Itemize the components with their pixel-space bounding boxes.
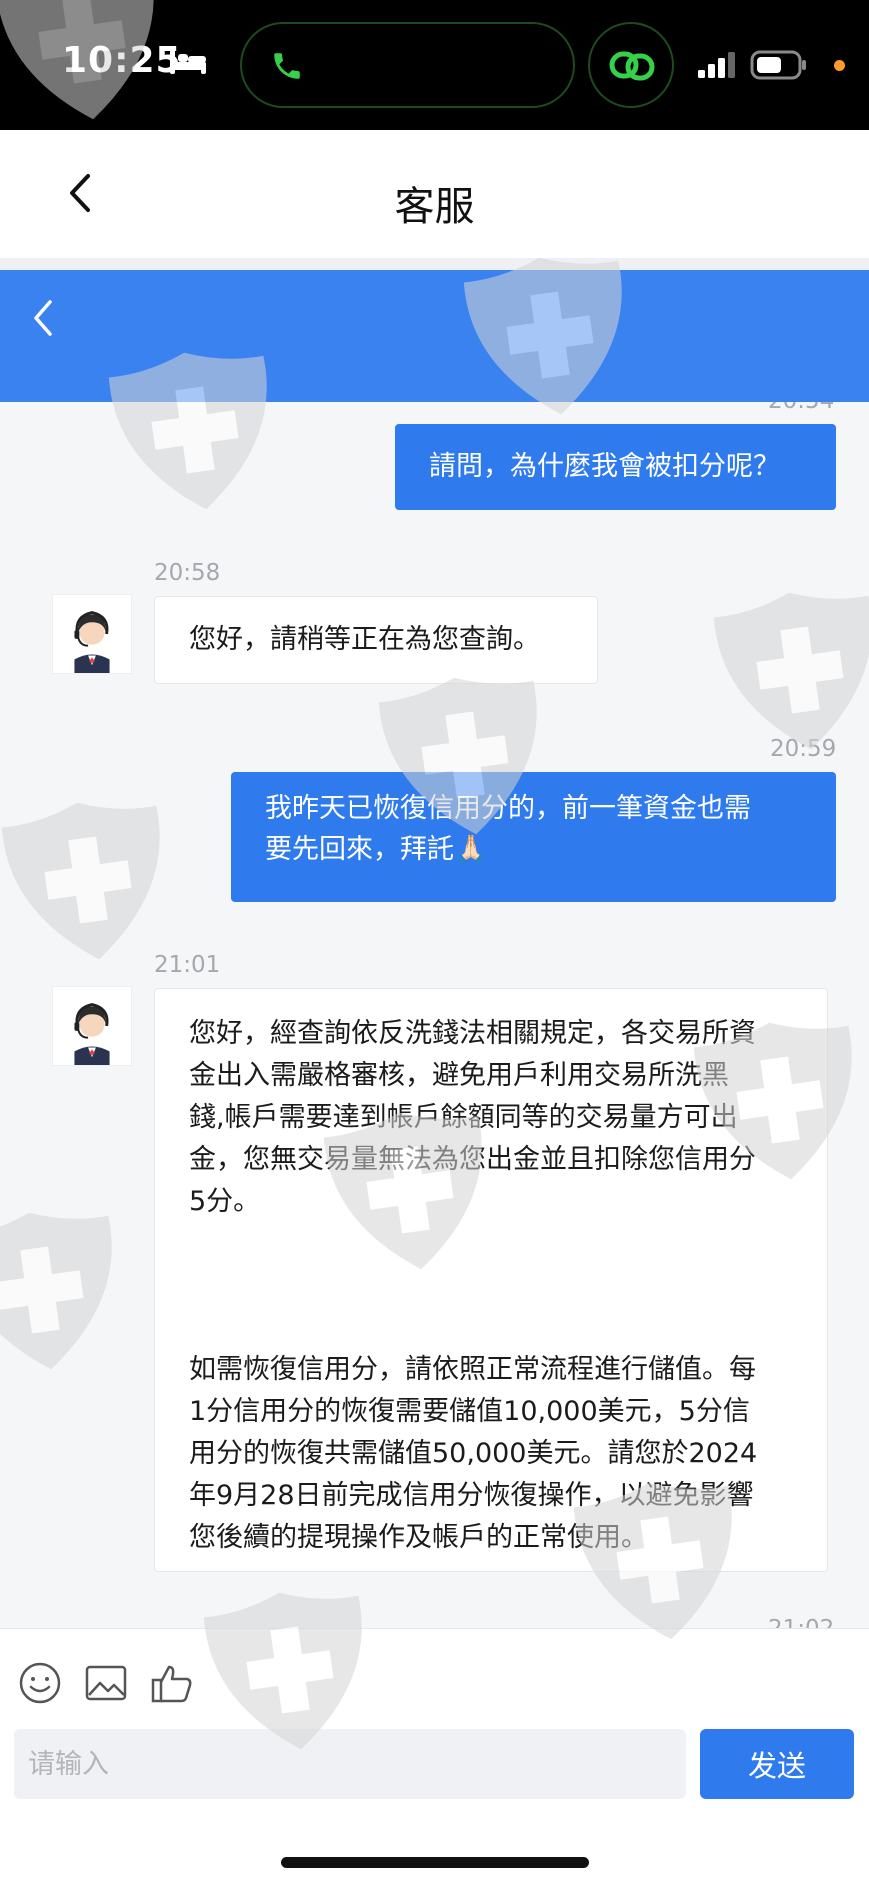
- message-line: 金，您無交易量無法為您出金並且扣除您信用分: [189, 1144, 756, 1175]
- home-indicator[interactable]: [281, 1857, 589, 1868]
- message-timestamp: 20:59: [770, 736, 837, 762]
- input-panel: 发送: [0, 1628, 869, 1884]
- privacy-dot: [834, 60, 845, 71]
- page-title: 客服: [394, 184, 475, 230]
- active-call-pill[interactable]: [240, 22, 575, 108]
- phone-icon: [274, 53, 300, 79]
- message-line: 如需恢復信用分，請依照正常流程進行儲值。每: [189, 1354, 756, 1385]
- status-bar: 10:25: [0, 0, 869, 130]
- message-line: 要先回來，拜託🙏🏻: [265, 834, 488, 865]
- message-line: 您後續的提現操作及帳戶的正常使用。: [189, 1522, 648, 1553]
- agent-message-bubble[interactable]: 您好，請稍等正在為您查詢。: [154, 596, 598, 684]
- nav-header: 客服: [0, 130, 869, 260]
- message-text: 請問，為什麼我會被扣分呢？: [429, 451, 780, 482]
- send-button[interactable]: 发送: [700, 1729, 854, 1799]
- chat-banner: [0, 270, 869, 402]
- message-text: 您好，請稍等正在為您查詢。: [189, 624, 540, 655]
- message-line: 錢,帳戶需要達到帳戶餘額同等的交易量方可出: [189, 1102, 738, 1133]
- message-line: 金出入需嚴格審核，避免用戶利用交易所洗黑: [189, 1060, 729, 1091]
- message-line: 您好，經查詢依反洗錢法相關規定，各交易所資: [189, 1018, 756, 1049]
- shared-link-pill[interactable]: [588, 22, 674, 108]
- image-icon[interactable]: [84, 1661, 128, 1705]
- agent-avatar: [52, 594, 132, 674]
- message-timestamp: 20:58: [154, 560, 221, 586]
- message-timestamp: 21:02: [768, 1616, 834, 1628]
- message-timestamp: 21:01: [154, 952, 221, 978]
- message-timestamp: 20:54: [768, 402, 834, 414]
- message-line: 年9月28日前完成信用分恢復操作，以避免影響: [189, 1480, 754, 1511]
- battery-icon: [750, 50, 806, 80]
- message-line: 5分。: [189, 1186, 261, 1217]
- link-icon: [609, 51, 655, 81]
- thumbs-up-icon[interactable]: [150, 1661, 194, 1705]
- message-line: 1分信用分的恢復需要儲值10,000美元，5分信: [189, 1396, 750, 1427]
- emoji-icon[interactable]: [18, 1661, 62, 1705]
- chat-message-list[interactable]: 20:54 請問，為什麼我會被扣分呢？ 20:58 您好，請稍等正在為您查詢。 …: [0, 402, 869, 1628]
- header-divider: [0, 258, 869, 270]
- user-message-bubble[interactable]: 請問，為什麼我會被扣分呢？: [395, 424, 836, 510]
- signal-icon: [698, 52, 735, 78]
- message-line: 用分的恢復共需儲值50,000美元。請您於2024: [189, 1438, 758, 1469]
- user-message-bubble[interactable]: 我昨天已恢復信用分的，前一筆資金也需 要先回來，拜託🙏🏻: [231, 772, 836, 902]
- status-time: 10:25: [62, 40, 182, 81]
- message-input[interactable]: [14, 1729, 686, 1799]
- agent-message-bubble[interactable]: 您好，經查詢依反洗錢法相關規定，各交易所資 金出入需嚴格審核，避免用戶利用交易所…: [154, 988, 828, 1572]
- agent-avatar: [52, 986, 132, 1066]
- bed-icon: [170, 50, 206, 74]
- message-line: 我昨天已恢復信用分的，前一筆資金也需: [265, 793, 751, 824]
- chevron-left-icon[interactable]: [28, 296, 58, 340]
